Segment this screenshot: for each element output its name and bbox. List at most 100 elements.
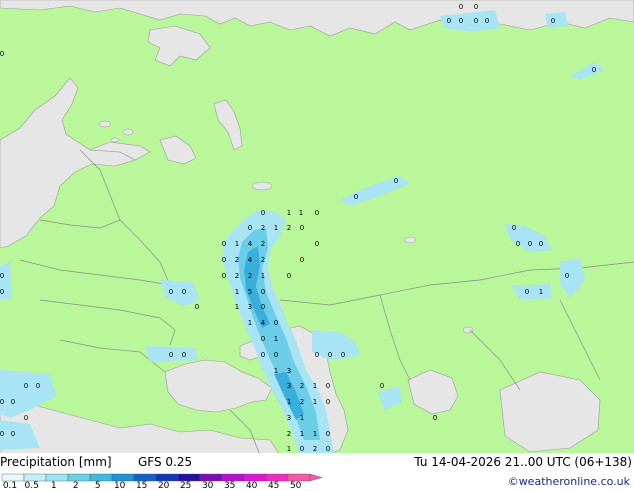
station-value: 0 bbox=[36, 382, 40, 390]
station-value: 1 bbox=[274, 367, 278, 375]
station-value: 0 bbox=[326, 445, 330, 453]
station-value: 1 bbox=[313, 430, 317, 438]
station-value: 0 bbox=[169, 351, 173, 359]
legend-swatch bbox=[89, 473, 113, 482]
station-value: 1 bbox=[287, 398, 291, 406]
station-value: 0 bbox=[539, 240, 543, 248]
legend-swatch bbox=[199, 473, 223, 482]
station-value: 3 bbox=[287, 367, 291, 375]
copyright-credit[interactable]: ©weatheronline.co.uk bbox=[508, 475, 630, 488]
station-value: 0 bbox=[261, 288, 265, 296]
station-value: 0 bbox=[354, 193, 358, 201]
station-value: 1 bbox=[235, 288, 239, 296]
station-value: 0 bbox=[0, 398, 4, 406]
legend-arrow bbox=[309, 473, 323, 482]
station-value: 2 bbox=[287, 224, 291, 232]
station-value: 0 bbox=[315, 351, 319, 359]
legend-swatch bbox=[23, 473, 47, 482]
station-value: 0 bbox=[433, 414, 437, 422]
station-value: 2 bbox=[235, 272, 239, 280]
station-value: 1 bbox=[299, 209, 303, 217]
station-value: 0 bbox=[315, 209, 319, 217]
station-value: 1 bbox=[261, 272, 265, 280]
station-value: 4 bbox=[248, 256, 253, 264]
station-value: 0 bbox=[24, 382, 28, 390]
legend-swatch bbox=[45, 473, 69, 482]
station-value: 0 bbox=[287, 272, 291, 280]
station-value: 0 bbox=[474, 3, 478, 11]
station-value: 1 bbox=[248, 319, 252, 327]
station-value: 4 bbox=[248, 240, 253, 248]
station-value: 1 bbox=[313, 382, 317, 390]
station-value: 1 bbox=[287, 209, 291, 217]
legend-swatch bbox=[221, 473, 245, 482]
station-value: 1 bbox=[300, 414, 304, 422]
station-value: 0 bbox=[528, 240, 532, 248]
station-value: 3 bbox=[287, 382, 291, 390]
station-value: 0 bbox=[565, 272, 569, 280]
station-value: 0 bbox=[485, 17, 489, 25]
legend-swatch bbox=[67, 473, 91, 482]
legend-swatch bbox=[265, 473, 289, 482]
legend-swatch bbox=[1, 473, 25, 482]
station-value: 0 bbox=[474, 17, 478, 25]
station-value: 0 bbox=[261, 209, 265, 217]
station-value: 2 bbox=[287, 430, 291, 438]
station-value: 0 bbox=[182, 288, 186, 296]
station-value: 1 bbox=[300, 430, 304, 438]
station-value: 0 bbox=[222, 272, 226, 280]
station-value: 0 bbox=[512, 224, 516, 232]
station-value: 0 bbox=[328, 351, 332, 359]
station-value: 0 bbox=[0, 272, 4, 280]
station-value: 0 bbox=[222, 256, 226, 264]
station-value: 0 bbox=[274, 319, 278, 327]
station-value: 0 bbox=[380, 382, 384, 390]
station-value: 2 bbox=[313, 445, 317, 453]
station-value: 0 bbox=[261, 335, 265, 343]
station-value: 0 bbox=[315, 240, 319, 248]
legend-swatch bbox=[177, 473, 201, 482]
legend-swatch bbox=[243, 473, 267, 482]
station-value: 0 bbox=[341, 351, 345, 359]
station-value: 1 bbox=[274, 224, 278, 232]
station-value: 0 bbox=[222, 240, 226, 248]
station-value: 0 bbox=[0, 288, 4, 296]
station-value: 0 bbox=[394, 177, 398, 185]
station-value: 0 bbox=[24, 414, 28, 422]
station-value: 0 bbox=[300, 224, 304, 232]
station-value: 2 bbox=[261, 240, 265, 248]
station-value: 0 bbox=[261, 351, 265, 359]
station-value: 0 bbox=[169, 288, 173, 296]
station-value: 0 bbox=[326, 430, 330, 438]
station-value: 5 bbox=[248, 288, 252, 296]
station-value: 0 bbox=[274, 351, 278, 359]
map-footer: Precipitation [mm] GFS 0.25 Tu 14-04-202… bbox=[0, 453, 634, 491]
station-value: 1 bbox=[274, 335, 278, 343]
station-value: 1 bbox=[287, 445, 291, 453]
station-value: 3 bbox=[248, 303, 252, 311]
station-value: 2 bbox=[248, 272, 252, 280]
legend-swatch bbox=[133, 473, 157, 482]
station-value: 2 bbox=[261, 256, 265, 264]
weather-map: 0 0 0 00 0000000 1 1 00 2 1 2 00 1 4 2 00 2 4 2 00 2 2 1 01 5 01 3… bbox=[0, 0, 634, 456]
map-title: Precipitation [mm] bbox=[0, 455, 112, 469]
station-value: 3 bbox=[287, 414, 291, 422]
station-value: 0 bbox=[11, 398, 15, 406]
station-value: 4 bbox=[261, 319, 266, 327]
station-value: 2 bbox=[261, 224, 265, 232]
legend-swatch bbox=[155, 473, 179, 482]
station-value: 2 bbox=[300, 398, 304, 406]
station-value: 0 bbox=[516, 240, 520, 248]
station-value: 0 bbox=[195, 303, 199, 311]
station-value: 0 bbox=[182, 351, 186, 359]
model-name: GFS 0.25 bbox=[138, 455, 193, 469]
station-value: 0 bbox=[326, 398, 330, 406]
station-value: 0 bbox=[11, 430, 15, 438]
station-value: 2 bbox=[300, 382, 304, 390]
station-value: 1 bbox=[235, 240, 239, 248]
station-value: 0 bbox=[248, 224, 252, 232]
station-value: 0 bbox=[0, 50, 4, 58]
station-value: 0 bbox=[0, 430, 4, 438]
valid-time: Tu 14-04-2026 21..00 UTC (06+138) bbox=[414, 455, 632, 469]
station-value: 1 bbox=[539, 288, 543, 296]
